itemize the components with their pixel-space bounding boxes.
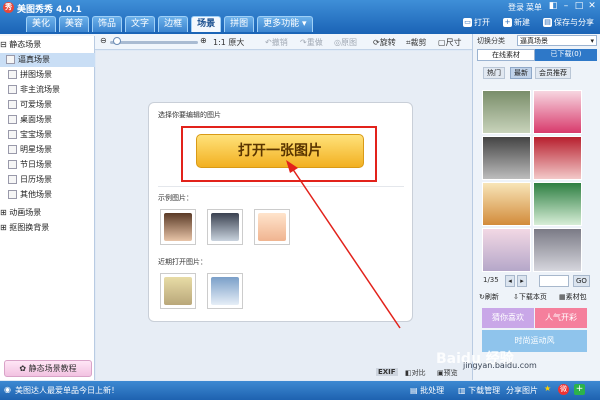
category-select[interactable]: 逼真场景 ▾ xyxy=(517,35,597,46)
material-thumb[interactable] xyxy=(533,182,582,226)
material-thumb[interactable] xyxy=(533,136,582,180)
download-mgr-label: 下载管理 xyxy=(468,386,501,395)
material-thumb[interactable] xyxy=(482,136,531,180)
material-pack-button[interactable]: ▦素材包 xyxy=(559,292,587,304)
category-label: 切换分类 xyxy=(477,37,505,45)
next-page-icon[interactable]: ▸ xyxy=(517,275,527,287)
material-thumb[interactable] xyxy=(482,182,531,226)
download-mgr-icon: ▥ xyxy=(458,386,466,395)
refresh-button[interactable]: ↻刷新 xyxy=(479,292,499,304)
page-input[interactable] xyxy=(539,275,569,287)
material-thumb[interactable] xyxy=(482,228,531,272)
share-image-label[interactable]: 分享图片 xyxy=(506,385,538,396)
download-manager-button[interactable]: ▥ 下载管理 xyxy=(458,385,500,396)
filter-hot[interactable]: 热门 xyxy=(483,67,505,79)
download-page-label: 下载本页 xyxy=(518,293,547,301)
preview-label: 预览 xyxy=(443,369,458,377)
news-icon: ◉ xyxy=(4,385,11,394)
watermark-url: jingyan.baidu.com xyxy=(463,361,537,370)
prev-page-icon[interactable]: ◂ xyxy=(505,275,515,287)
material-thumb[interactable] xyxy=(533,228,582,272)
chevron-down-icon: ▾ xyxy=(590,37,594,45)
compare-button[interactable]: ◧对比 xyxy=(405,368,426,378)
filter-new[interactable]: 最新 xyxy=(510,67,532,79)
news-text[interactable]: 美图达人最爱单品今日上新！ xyxy=(15,385,119,396)
tab-downloaded[interactable]: 已下载(0) xyxy=(535,49,597,61)
pack-icon: ▦ xyxy=(559,293,566,301)
material-pack-label: 素材包 xyxy=(565,293,587,301)
add-icon[interactable]: + xyxy=(574,384,585,395)
refresh-label: 刷新 xyxy=(484,293,499,301)
exif-badge[interactable]: EXIF xyxy=(376,368,398,376)
star-icon[interactable]: ★ xyxy=(544,384,551,393)
material-panel: 切换分类 逼真场景 ▾ 在线素材 已下载(0) 热门 最新 会员推荐 1/35 ◂… xyxy=(472,34,600,380)
page-indicator: 1/35 xyxy=(483,276,499,284)
preview-icon: ▣ xyxy=(437,369,444,377)
go-button[interactable]: GO xyxy=(573,275,590,287)
batch-label: 批处理 xyxy=(420,386,445,395)
batch-icon: ▤ xyxy=(410,386,418,395)
status-bar: ◉ 美图达人最爱单品今日上新！ ▤ 批处理 ▥ 下载管理 分享图片 ★ 微 + xyxy=(0,381,600,400)
category-value: 逼真场景 xyxy=(520,37,548,45)
material-thumb[interactable] xyxy=(533,90,582,134)
banner-guess[interactable]: 猜你喜欢 xyxy=(482,308,534,328)
preview-button[interactable]: ▣预览 xyxy=(437,368,458,378)
material-thumb[interactable] xyxy=(482,90,531,134)
compare-icon: ◧ xyxy=(405,369,412,377)
compare-label: 对比 xyxy=(411,369,426,377)
tab-online[interactable]: 在线素材 xyxy=(477,49,535,61)
filter-vip[interactable]: 会员推荐 xyxy=(535,67,571,79)
banner-popular[interactable]: 人气开彩 xyxy=(535,308,587,328)
weibo-icon[interactable]: 微 xyxy=(558,384,569,395)
batch-button[interactable]: ▤ 批处理 xyxy=(410,385,444,396)
download-page-button[interactable]: ⇩下载本页 xyxy=(513,292,547,304)
